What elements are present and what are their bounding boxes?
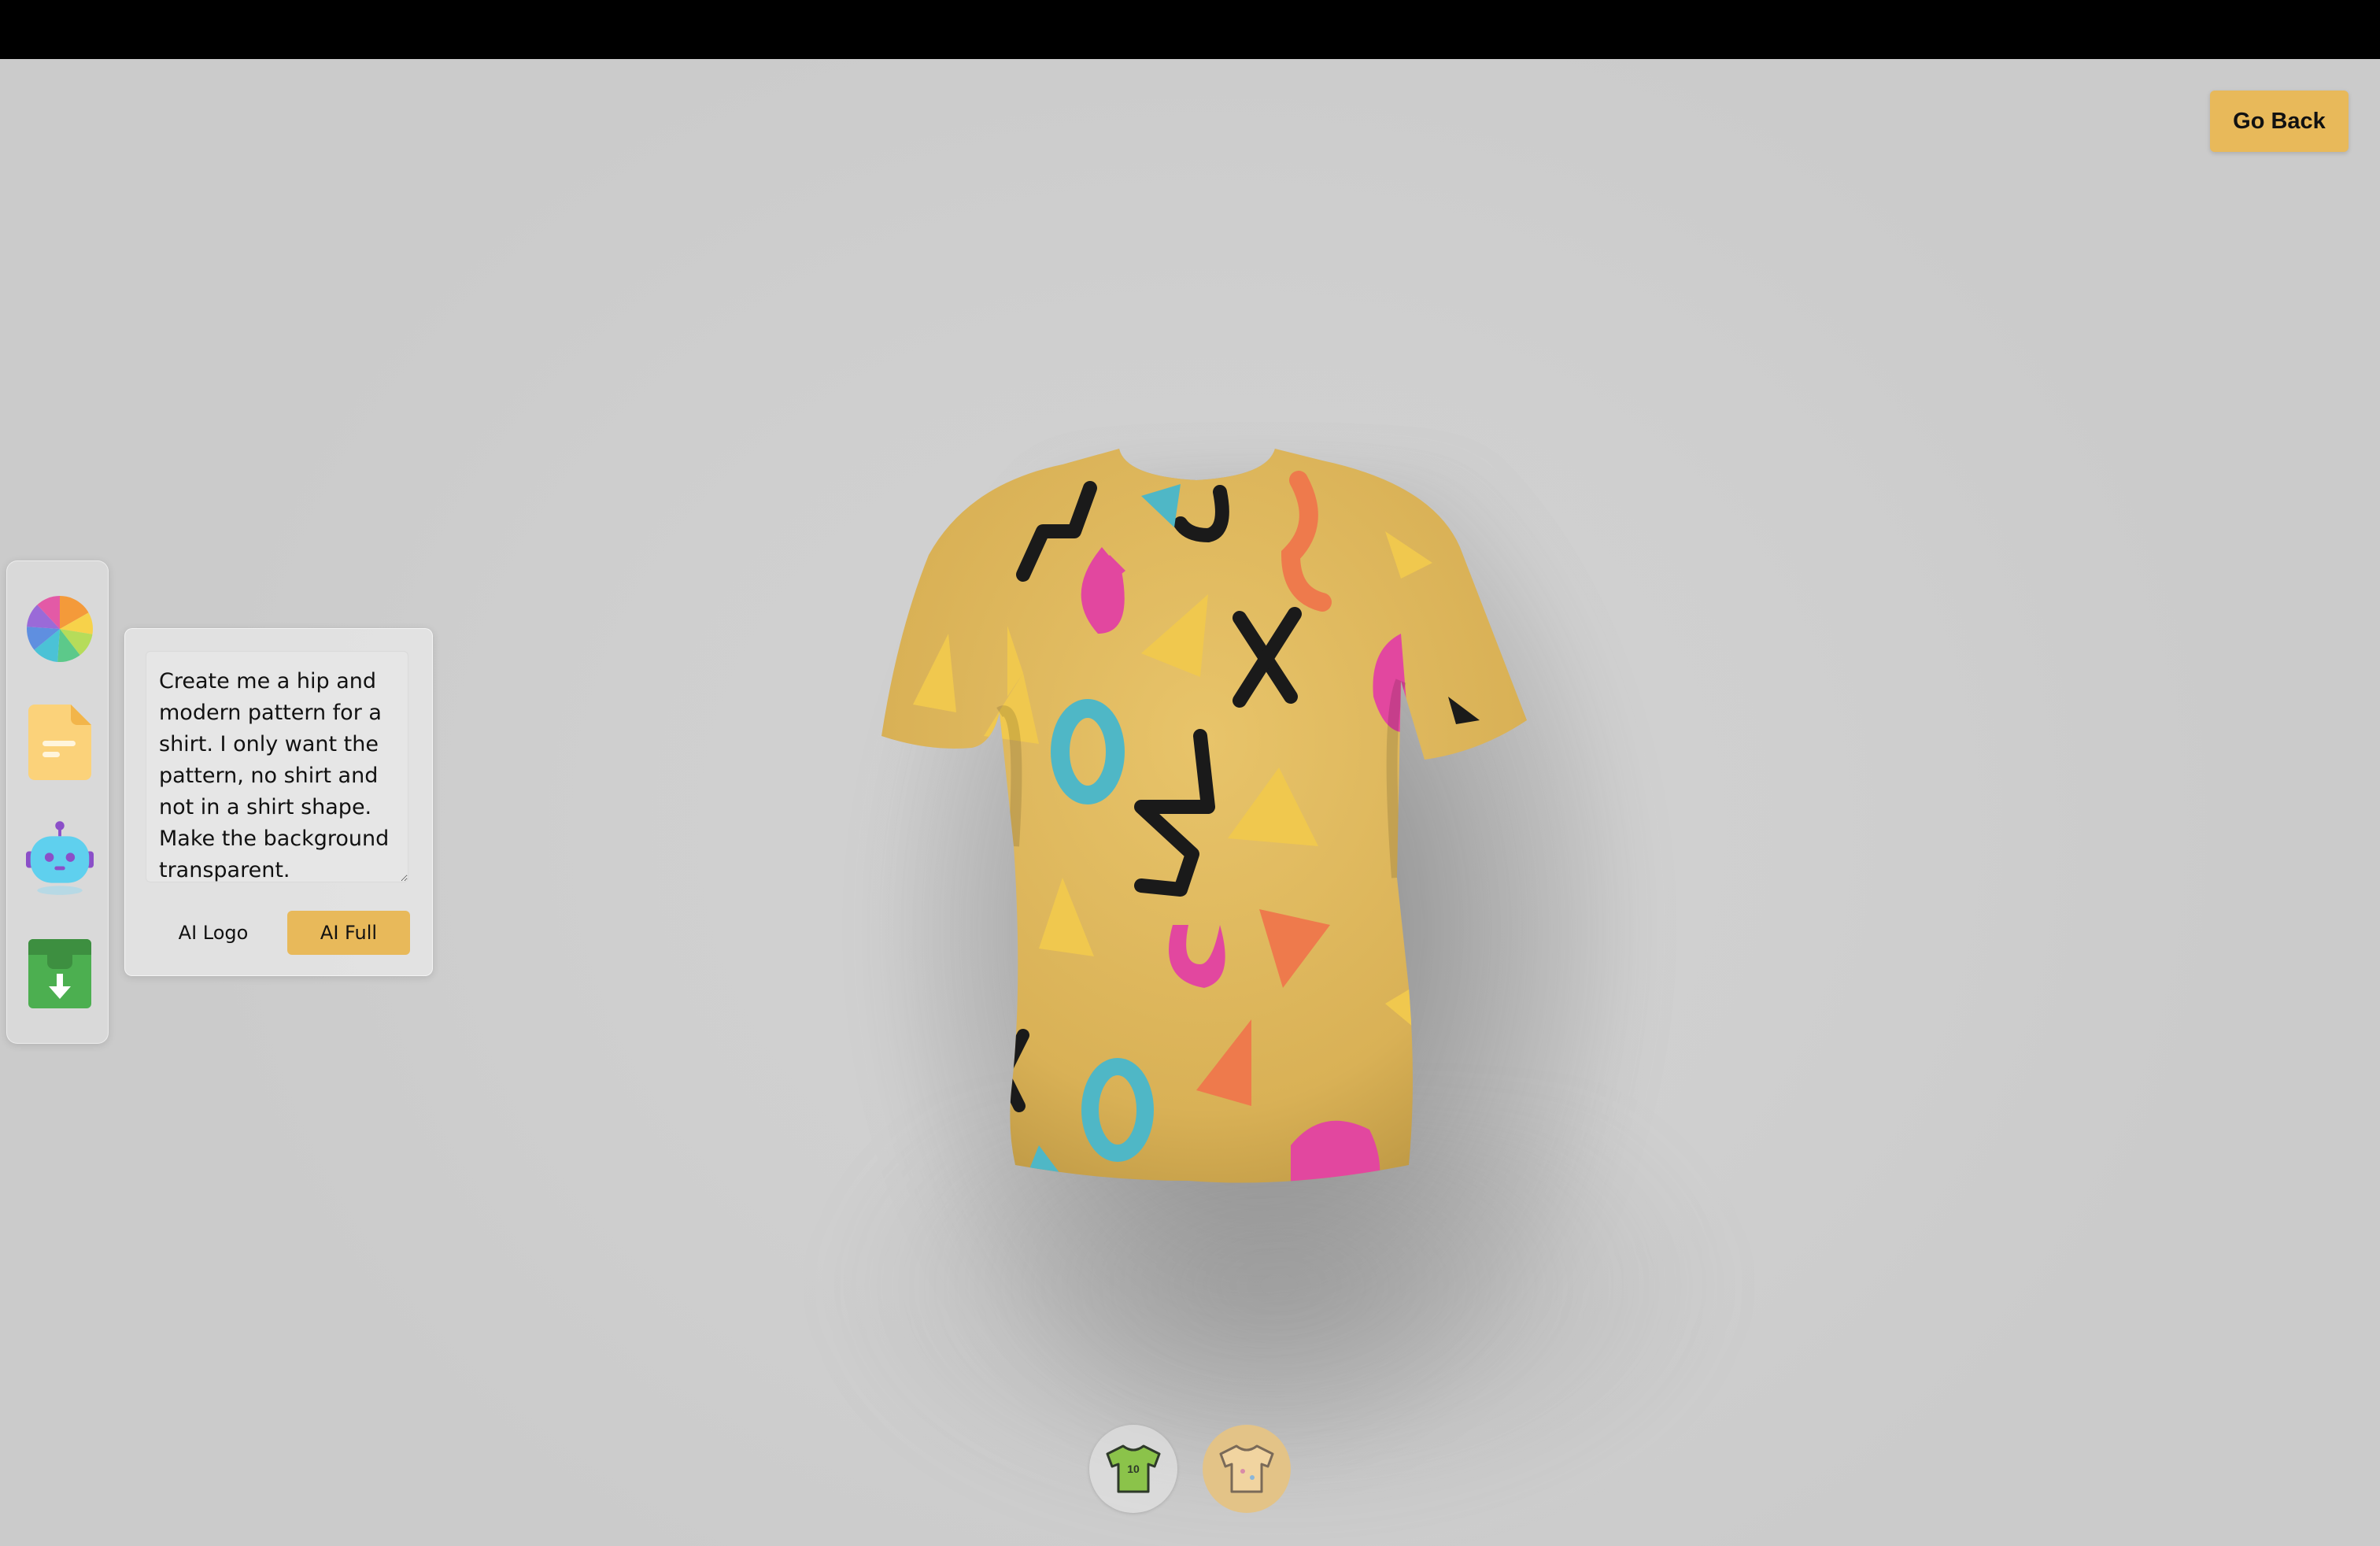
file-picker-tab[interactable]	[26, 705, 94, 780]
ai-picker-tab[interactable]	[26, 821, 94, 897]
shirt-logo-icon: 10	[1106, 1444, 1161, 1493]
editor-tabs-sidebar	[6, 560, 109, 1044]
download-tab[interactable]	[26, 936, 94, 1012]
color-wheel-icon	[27, 596, 93, 662]
ai-logo-button[interactable]: AI Logo	[147, 911, 279, 955]
go-back-button[interactable]: Go Back	[2210, 91, 2349, 152]
window-top-bar	[0, 0, 2380, 59]
ai-full-button[interactable]: AI Full	[287, 911, 410, 955]
robot-icon	[26, 821, 94, 895]
color-picker-tab[interactable]	[26, 591, 94, 667]
shirt-model[interactable]	[881, 437, 1527, 1193]
shirt-full-icon	[1219, 1444, 1274, 1493]
download-box-icon	[28, 939, 91, 1008]
stylish-shirt-filter-button[interactable]	[1203, 1425, 1291, 1513]
file-icon	[28, 705, 91, 780]
logo-shirt-filter-button[interactable]: 10	[1089, 1425, 1177, 1513]
ai-prompt-textarea[interactable]: Create me a hip and modern pattern for a…	[146, 651, 408, 882]
shirt-number: 10	[1127, 1463, 1140, 1475]
ai-picker-panel: Create me a hip and modern pattern for a…	[124, 628, 433, 976]
